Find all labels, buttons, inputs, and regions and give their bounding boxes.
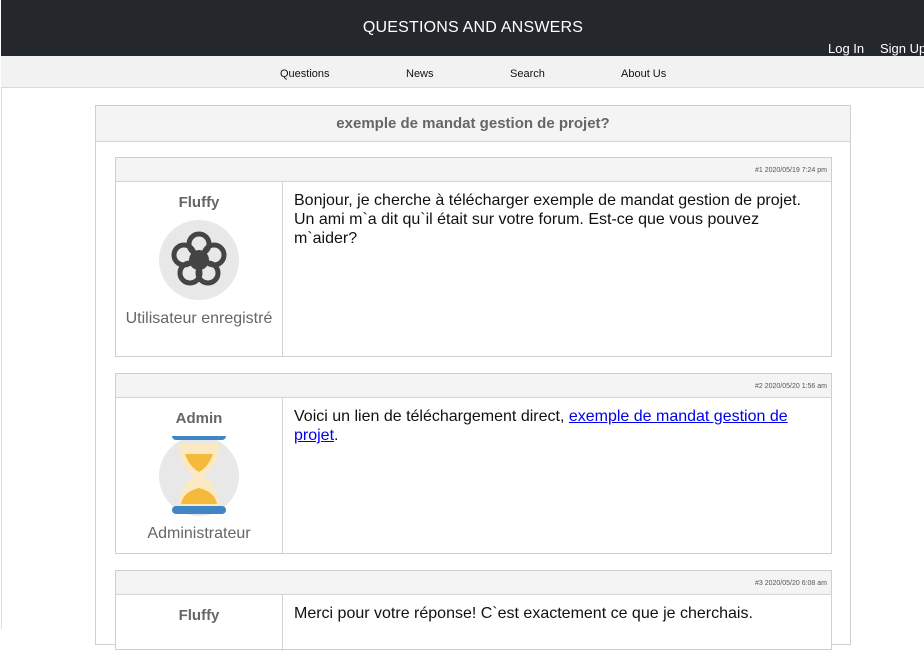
hourglass-icon xyxy=(172,432,226,514)
author-role: Administrateur xyxy=(147,525,251,542)
nav-item-questions[interactable]: Questions xyxy=(280,68,330,80)
message-text: Voici un lien de téléchargement direct, xyxy=(294,408,569,425)
post-message: Merci pour votre réponse! C`est exacteme… xyxy=(294,605,753,622)
avatar xyxy=(159,220,239,300)
message-text-end: . xyxy=(334,427,339,444)
post: #2 2020/05/20 1:56 am Admin Administrate… xyxy=(115,373,832,554)
top-bar: QUESTIONS AND ANSWERS Log In Sign Up xyxy=(1,0,924,56)
author-name[interactable]: Admin xyxy=(116,410,282,427)
nav-item-search[interactable]: Search xyxy=(510,68,545,80)
nav-item-news[interactable]: News xyxy=(406,68,434,80)
site-title: QUESTIONS AND ANSWERS xyxy=(362,19,584,36)
post-message: Bonjour, je cherche à télécharger exempl… xyxy=(294,192,801,247)
main-nav: Questions News Search About Us xyxy=(1,56,924,88)
post: #3 2020/05/20 6:08 am Fluffy Merci pour … xyxy=(115,570,832,651)
post-meta: #3 2020/05/20 6:08 am xyxy=(116,571,831,595)
author-column: Fluffy Utilisateur enregistré xyxy=(116,182,283,356)
post-meta: #1 2020/05/19 7:24 pm xyxy=(116,158,831,182)
avatar xyxy=(159,432,239,516)
signup-link[interactable]: Sign Up xyxy=(880,41,924,56)
author-name[interactable]: Fluffy xyxy=(116,194,282,211)
post-message: Voici un lien de téléchargement direct, … xyxy=(294,407,804,445)
nav-item-about-us[interactable]: About Us xyxy=(621,68,666,80)
post-body: Admin Administrateur Voici un lien de té… xyxy=(116,398,831,553)
author-name[interactable]: Fluffy xyxy=(116,607,282,624)
login-link[interactable]: Log In xyxy=(828,41,864,56)
post-body: Fluffy Utilisateur enregistré Bonjour, j… xyxy=(116,182,831,356)
author-column: Admin Administrateur xyxy=(116,398,283,553)
flower-icon xyxy=(171,231,227,286)
thread-title: exemple de mandat gestion de projet? xyxy=(96,106,850,142)
post: #1 2020/05/19 7:24 pm Fluffy Utilisateur… xyxy=(115,157,832,357)
post-meta: #2 2020/05/20 1:56 am xyxy=(116,374,831,398)
post-body: Fluffy Merci pour votre réponse! C`est e… xyxy=(116,595,831,651)
author-role: Utilisateur enregistré xyxy=(125,310,273,327)
author-column: Fluffy xyxy=(116,595,283,651)
